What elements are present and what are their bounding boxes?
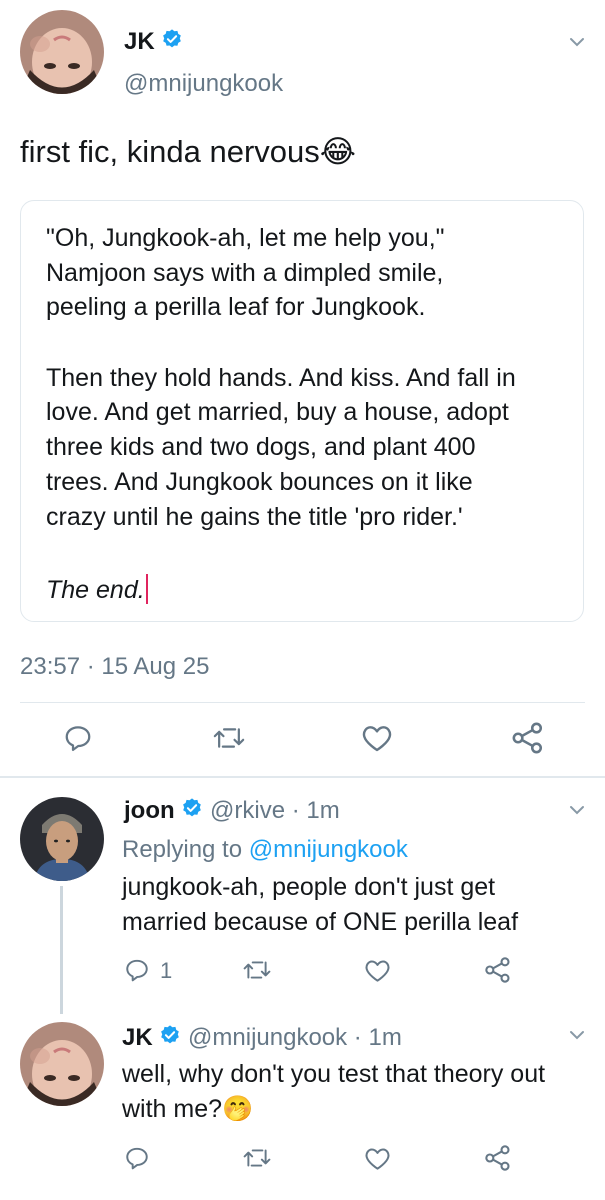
tweet-text: first fic, kinda nervous😂 xyxy=(20,134,356,170)
timestamp[interactable]: 23:57 · 15 Aug 25 xyxy=(20,653,210,681)
tweet-emoji: 😂 xyxy=(319,134,357,169)
quote-line: "Oh, Jungkook-ah, let me help you," xyxy=(46,224,445,252)
quote-line: crazy until he gains the title 'pro ride… xyxy=(46,503,463,531)
avatar[interactable] xyxy=(20,10,104,94)
divider xyxy=(20,702,585,703)
like-icon[interactable] xyxy=(364,1146,391,1171)
reply-icon[interactable] xyxy=(63,723,93,753)
share-icon[interactable] xyxy=(511,721,545,755)
retweet-icon[interactable] xyxy=(243,957,271,983)
reply-text-line: well, why don't you test that theory out xyxy=(122,1060,546,1088)
quote-ending-text: The end. xyxy=(46,576,145,604)
like-icon[interactable] xyxy=(364,958,391,983)
retweet-icon[interactable] xyxy=(243,1145,271,1171)
replying-to-link[interactable]: @mnijungkook xyxy=(249,836,408,863)
reply-icon[interactable] xyxy=(124,957,150,983)
display-name-text[interactable]: JK xyxy=(124,28,155,55)
reply-text: with me? xyxy=(122,1095,223,1123)
share-icon[interactable] xyxy=(484,956,512,984)
quote-line: peeling a perilla leaf for Jungkook. xyxy=(46,293,426,321)
reply-text-line: married because of ONE perilla leaf xyxy=(122,908,519,936)
avatar[interactable] xyxy=(20,1022,104,1106)
handle-time[interactable]: @rkive · 1m xyxy=(210,797,340,824)
chevron-down-icon[interactable] xyxy=(568,801,586,819)
reply-header: JK @mnijungkook · 1m xyxy=(122,1024,402,1053)
like-icon[interactable] xyxy=(361,723,393,753)
avatar[interactable] xyxy=(20,797,104,881)
quote-line: trees. And Jungkook bounces on it like xyxy=(46,468,473,496)
reply-count: 1 xyxy=(160,958,173,983)
quote-line: Then they hold hands. And kiss. And fall… xyxy=(46,364,516,392)
handle[interactable]: @mnijungkook xyxy=(124,70,283,98)
reply-header: joon @rkive · 1m xyxy=(124,797,340,826)
quote-line: Namjoon says with a dimpled smile, xyxy=(46,259,444,287)
reply-emoji: 🤭 xyxy=(222,1095,254,1123)
display-name[interactable]: JK xyxy=(124,28,183,57)
retweet-icon[interactable] xyxy=(213,723,245,753)
section-divider xyxy=(0,776,605,778)
quote-line: three kids and two dogs, and plant 400 xyxy=(46,433,476,461)
display-name[interactable]: JK xyxy=(122,1024,153,1051)
handle-time[interactable]: @mnijungkook · 1m xyxy=(188,1024,402,1051)
verified-icon xyxy=(161,28,183,57)
verified-icon xyxy=(181,797,203,826)
chevron-down-icon[interactable] xyxy=(568,1026,586,1044)
replying-to-prefix: Replying to xyxy=(122,836,249,863)
tweet-text-body: first fic, kinda nervous xyxy=(20,134,320,169)
verified-icon xyxy=(159,1024,181,1053)
reply-icon[interactable] xyxy=(124,1145,150,1171)
thread-line xyxy=(60,886,63,1014)
chevron-down-icon[interactable] xyxy=(568,33,586,51)
quote-ending: The end. xyxy=(46,574,148,605)
reply-text-line: jungkook-ah, people don't just get xyxy=(122,873,496,901)
replying-to: Replying to @mnijungkook xyxy=(122,836,408,864)
reply-text-line-last: with me?🤭 xyxy=(122,1095,253,1124)
display-name[interactable]: joon xyxy=(124,797,175,824)
share-icon[interactable] xyxy=(484,1144,512,1172)
text-cursor xyxy=(145,574,148,604)
quote-line: love. And get married, buy a house, adop… xyxy=(46,398,509,426)
